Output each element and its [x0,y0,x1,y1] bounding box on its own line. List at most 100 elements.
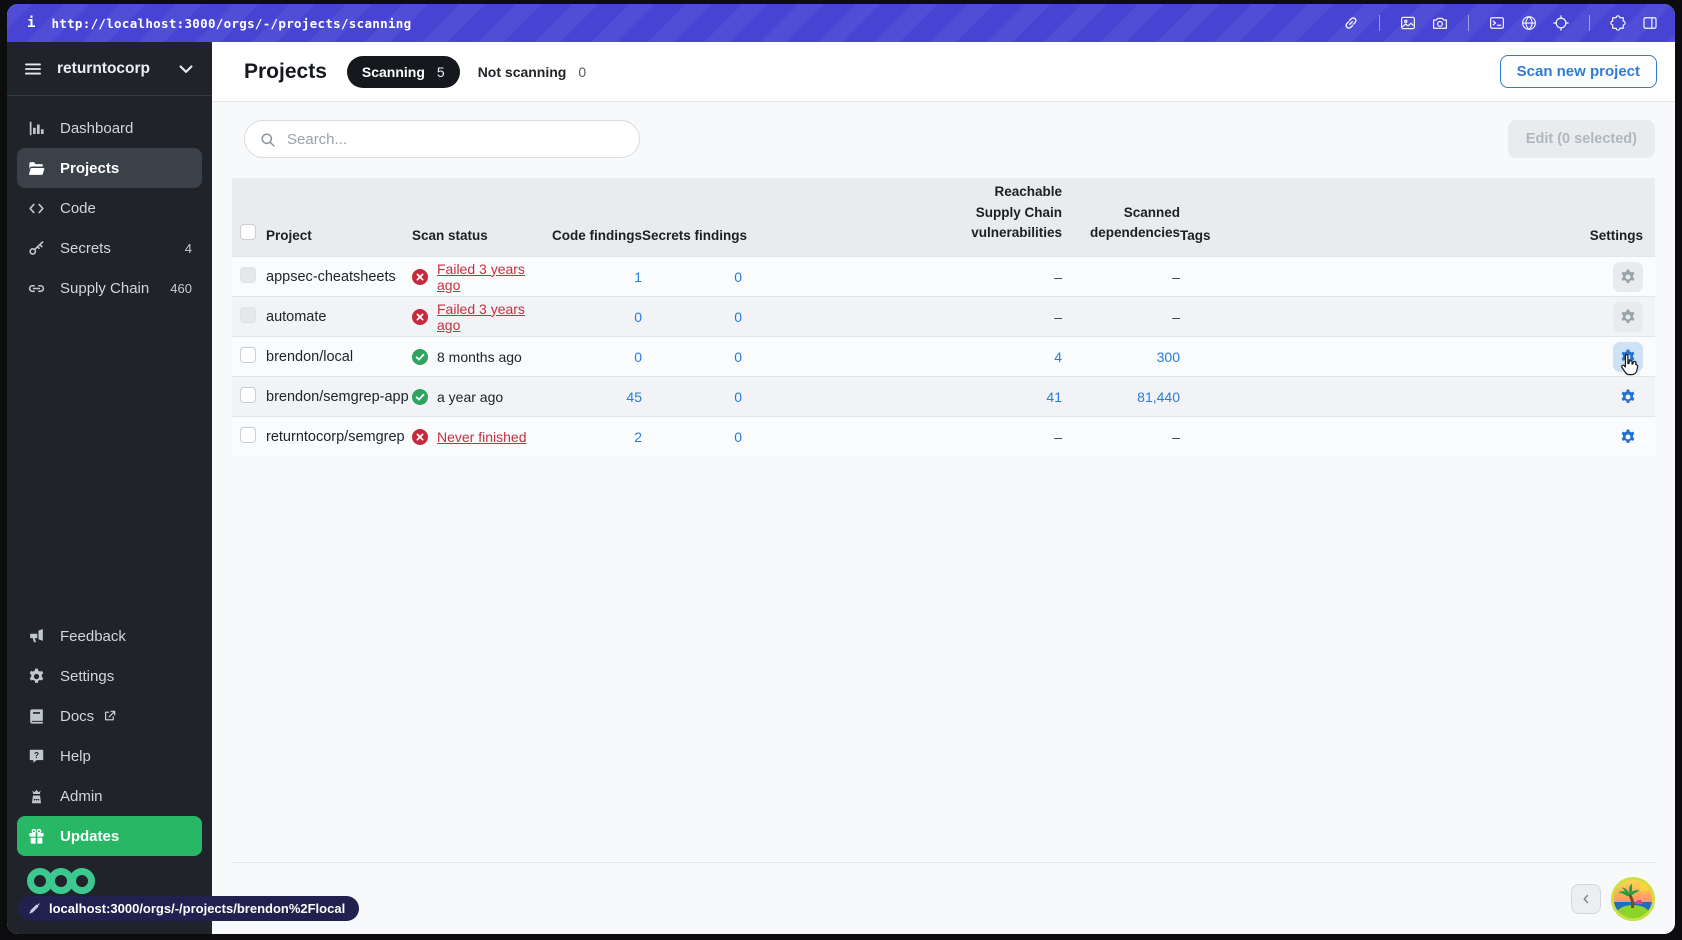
scan-status-text[interactable]: Never finished [437,429,527,445]
supply-chain-vulns-count[interactable]: 4 [742,349,1062,365]
sidebar-item-code[interactable]: Code [17,188,202,228]
sidebar-item-label: Code [60,199,96,217]
row-checkbox-cell [232,347,266,366]
logo-ring [69,868,95,894]
sidebar-item-docs[interactable]: Docs [17,696,202,736]
row-checkbox[interactable] [240,427,256,443]
page-content: Edit (0 selected) Project Scan status Co… [212,102,1675,934]
org-switcher[interactable]: returntocorp [7,42,212,96]
row-checkbox[interactable] [240,387,256,403]
secrets-findings-count[interactable]: 0 [642,269,742,285]
scanned-dependencies-count[interactable]: 81,440 [1062,389,1180,405]
secrets-findings-count[interactable]: 0 [642,309,742,325]
sidebar-item-feedback[interactable]: Feedback [17,616,202,656]
sidebar-item-supply-chain[interactable]: Supply Chain 460 [17,268,202,308]
row-checkbox-cell [232,387,266,406]
settings-cell [1445,301,1655,332]
topbar-icon-groups [1342,14,1659,32]
project-settings-button[interactable] [1613,382,1643,412]
sidebar-badge: 460 [170,280,192,296]
scan-status-cell: a year ago [412,388,552,405]
chevron-down-icon[interactable] [176,59,196,79]
project-name: returntocorp/semgrep [266,428,405,445]
project-settings-button[interactable] [1613,301,1643,332]
toolbar-separator [1468,15,1469,31]
code-findings-count[interactable]: 2 [552,429,642,445]
code-findings-count[interactable]: 45 [552,389,642,405]
col-settings: Settings [1589,228,1643,243]
url-text: http://localhost:3000/orgs/-/projects/sc… [51,15,412,31]
project-settings-button[interactable] [1613,422,1643,452]
camera-icon[interactable] [1431,14,1449,32]
scan-status-cell: Never finished [412,428,552,445]
sidebar-item-projects[interactable]: Projects [17,148,202,188]
scan-status-text[interactable]: Failed 3 years ago [437,301,552,333]
sidebar-item-settings[interactable]: Settings [17,656,202,696]
supply-chain-vulns-count[interactable]: 41 [742,389,1062,405]
extensions-icon[interactable] [1609,14,1627,32]
split-view-icon[interactable] [1641,14,1659,32]
code-findings-count[interactable]: 0 [552,349,642,365]
scan-status-text[interactable]: Failed 3 years ago [437,261,552,293]
scan-status-cell: 8 months ago [412,348,552,365]
sidebar-item-label: Projects [60,159,120,177]
sidebar-item-label: Feedback [60,627,126,645]
hamburger-icon[interactable] [23,59,43,79]
supply-chain-vulns-count: – [1054,308,1062,325]
failed-icon [412,428,428,445]
row-checkbox[interactable] [240,267,256,283]
sidebar-item-secrets[interactable]: Secrets 4 [17,228,202,268]
link-preview-popup: localhost:3000/orgs/-/projects/brendon%2… [18,896,360,921]
tab-not-scanning-count: 0 [578,63,587,80]
toolbar-separator [1379,15,1380,31]
success-icon [412,348,428,365]
link-preview-text: localhost:3000/orgs/-/projects/brendon%2… [49,901,346,916]
edit-selected-button[interactable]: Edit (0 selected) [1507,120,1655,158]
tropical-island-avatar[interactable] [1611,876,1655,921]
sidebar-item-updates[interactable]: Updates [17,816,202,856]
project-settings-button[interactable] [1613,261,1643,292]
project-settings-button[interactable] [1613,341,1643,372]
admin-icon [27,787,46,806]
scan-new-project-button[interactable]: Scan new project [1499,55,1657,88]
tab-not-scanning[interactable]: Not scanning 0 [478,64,586,80]
previous-page-button[interactable] [1571,883,1601,914]
row-checkbox-cell [232,427,266,446]
table-row: automate Failed 3 years ago 0 0 – – [232,296,1655,336]
secrets-findings-count[interactable]: 0 [642,389,742,405]
code-findings-count[interactable]: 0 [552,309,642,325]
search-icon [259,131,276,148]
col-tags: Tags [1180,228,1211,243]
row-checkbox[interactable] [240,307,256,323]
info-icon: i [27,15,36,31]
page-header: Projects Scanning 5 Not scanning 0 Scan … [212,42,1675,102]
sidebar: returntocorp Dashboard Projects Code Sec… [7,42,212,934]
col-project: Project [266,228,312,243]
terminal-icon[interactable] [1488,14,1506,32]
image-icon[interactable] [1399,14,1417,32]
link-icon[interactable] [1342,14,1360,32]
search-input[interactable] [285,129,625,149]
sidebar-item-admin[interactable]: Admin [17,776,202,816]
secrets-findings-count[interactable]: 0 [642,429,742,445]
dashboard-icon [27,119,46,138]
semgrep-logo[interactable] [27,868,212,894]
code-findings-count[interactable]: 1 [552,269,642,285]
sidebar-item-label: Dashboard [60,119,134,137]
help-icon: ? [27,747,46,766]
supply-chain-vulns-count: – [1054,428,1062,445]
row-checkbox[interactable] [240,347,256,363]
target-icon[interactable] [1552,14,1570,32]
sidebar-item-dashboard[interactable]: Dashboard [17,108,202,148]
tab-scanning-label: Scanning [361,63,425,80]
search-box[interactable] [244,120,640,158]
table-row: brendon/semgrep-app a year ago 45 0 41 8… [232,376,1655,416]
col-secrets-findings: Secrets findings [642,228,748,243]
sidebar-item-help[interactable]: ? Help [17,736,202,776]
select-all-checkbox[interactable] [240,224,256,240]
table-body: appsec-cheatsheets Failed 3 years ago 1 … [232,256,1655,456]
tab-scanning[interactable]: Scanning 5 [346,55,460,88]
secrets-findings-count[interactable]: 0 [642,349,742,365]
globe-icon[interactable] [1520,14,1538,32]
scanned-dependencies-count[interactable]: 300 [1062,349,1180,365]
